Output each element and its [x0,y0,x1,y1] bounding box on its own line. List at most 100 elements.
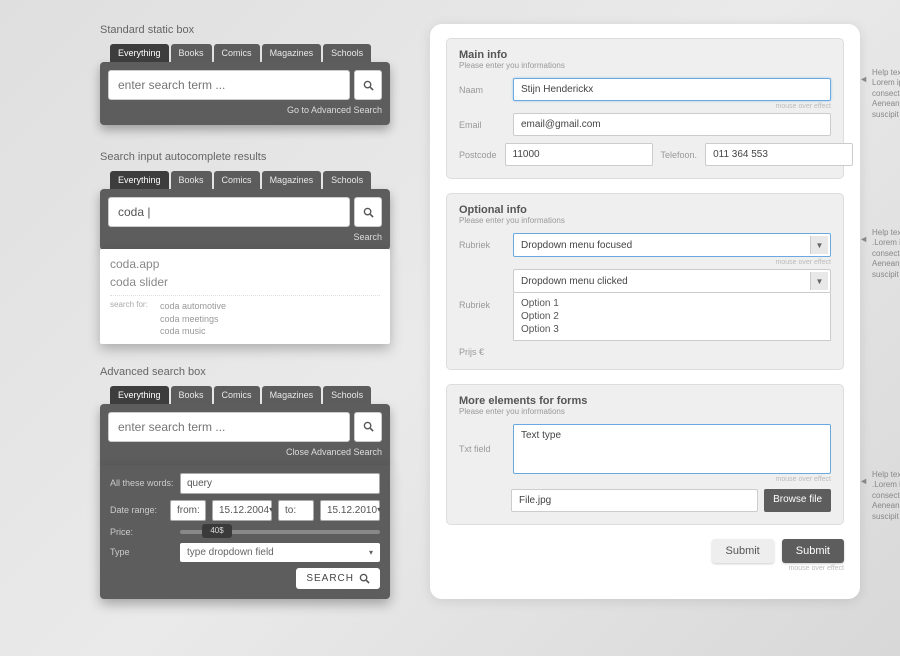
postcode-label: Postcode [459,150,497,160]
rubriek-label: Rubriek [459,240,505,250]
optional-info-card: Optional info Please enter you informati… [446,193,844,370]
mouse-effect-label: mouse over effect [459,103,831,110]
help-text: Help text. Display on hover .Lorem ipsum… [872,228,900,280]
from-label-input[interactable] [170,500,206,521]
search-icon [363,207,374,218]
tab-books[interactable]: Books [171,44,212,62]
forms-panel: Main info Please enter you informations … [430,24,860,599]
tele-input[interactable] [705,143,853,166]
text-area[interactable]: Text type [513,424,831,474]
slider-knob[interactable]: 40$ [202,524,232,538]
chevron-down-icon: ▾ [377,505,381,516]
ac-search-button[interactable] [354,197,382,227]
submit-button-dark[interactable]: Submit [782,539,844,563]
type-label: Type [110,547,174,557]
help-text: Help text. Display on hover . Lorem ipsu… [872,68,900,120]
tab-comics[interactable]: Comics [214,171,260,189]
tab-comics[interactable]: Comics [214,44,260,62]
ac-result[interactable]: coda slider [110,273,380,291]
standard-title: Standard static box [100,24,390,36]
dropdown-option[interactable]: Option 2 [521,310,823,323]
price-label: Price: [110,527,174,537]
file-input[interactable] [511,489,758,512]
mouse-effect-label: mouse over effect [459,259,831,266]
main-info-sub: Please enter you informations [459,61,831,70]
adv-title: Advanced search box [100,366,390,378]
dropdown-focused[interactable]: Dropdown menu focused ▼ [513,233,831,257]
close-adv-link[interactable]: Close Advanced Search [108,447,382,457]
search-box: Go to Advanced Search [100,62,390,125]
ac-search-input[interactable] [108,197,350,227]
ac-small-result[interactable]: coda music [160,325,226,338]
arrow-left-icon: ◄ [859,234,868,244]
ac-title: Search input autocomplete results [100,151,390,163]
date-to-input[interactable]: 15.12.2010▾ [320,500,380,521]
all-words-input[interactable] [180,473,380,494]
email-label: Email [459,120,505,130]
optional-title: Optional info [459,204,831,216]
arrow-left-icon: ◄ [859,74,868,84]
ac-search-label[interactable]: Search [108,232,382,242]
ac-small-label: search for: [110,300,152,338]
naam-label: Naam [459,85,505,95]
tab-magazines[interactable]: Magazines [262,171,322,189]
date-from-input[interactable]: 15.12.2004▾ [212,500,272,521]
dropdown-option[interactable]: Option 1 [521,297,823,310]
dropdown-clicked[interactable]: Dropdown menu clicked ▼ [513,269,831,293]
tab-books[interactable]: Books [171,386,212,404]
advanced-section: Advanced search box Everything Books Com… [100,366,390,599]
submit-button-light[interactable]: Submit [712,539,774,563]
all-words-label: All these words: [110,478,174,488]
tab-books[interactable]: Books [171,171,212,189]
chevron-down-icon: ▾ [369,548,373,557]
search-button[interactable] [354,70,382,100]
chevron-down-icon: ▼ [810,272,828,290]
help-text: Help text. Display on hover .Lorem ipsum… [872,470,900,522]
tab-everything[interactable]: Everything [110,386,169,404]
tab-magazines[interactable]: Magazines [262,44,322,62]
tab-schools[interactable]: Schools [323,171,371,189]
tab-schools[interactable]: Schools [323,386,371,404]
tab-magazines[interactable]: Magazines [262,386,322,404]
date-range-label: Date range: [110,505,164,515]
ac-small-result[interactable]: coda meetings [160,313,226,326]
search-input[interactable] [108,70,350,100]
dropdown-options: Option 1 Option 2 Option 3 [513,293,831,341]
autocomplete-section: Search input autocomplete results Everyt… [100,151,390,344]
ac-small-result[interactable]: coda automotive [160,300,226,313]
type-dropdown[interactable]: type dropdown field ▾ [180,543,380,562]
search-icon [363,421,374,432]
naam-input[interactable] [513,78,831,101]
main-info-title: Main info [459,49,831,61]
postcode-input[interactable] [505,143,653,166]
ac-result[interactable]: coda.app [110,255,380,273]
browse-file-button[interactable]: Browse file [764,489,831,512]
chevron-down-icon: ▾ [269,505,273,516]
tele-label: Telefoon. [661,150,698,160]
mouse-effect-label: mouse over effect [446,565,844,572]
chevron-down-icon: ▼ [810,236,828,254]
mouse-effect-label: mouse over effect [459,476,831,483]
tab-everything[interactable]: Everything [110,171,169,189]
tab-comics[interactable]: Comics [214,386,260,404]
rubriek-label: Rubriek [459,300,505,310]
txt-field-label: Txt field [459,444,505,454]
ac-results: coda.app coda slider search for: coda au… [100,249,390,344]
tab-schools[interactable]: Schools [323,44,371,62]
tabs-row: Everything Books Comics Magazines School… [110,44,390,62]
more-elements-card: More elements for forms Please enter you… [446,384,844,525]
price-slider[interactable]: 40$ [180,530,380,534]
adv-search-button[interactable]: SEARCH [296,568,380,589]
more-sub: Please enter you informations [459,407,831,416]
search-icon [363,80,374,91]
dropdown-option[interactable]: Option 3 [521,323,823,336]
advanced-search-link[interactable]: Go to Advanced Search [108,105,382,115]
tab-everything[interactable]: Everything [110,44,169,62]
optional-sub: Please enter you informations [459,216,831,225]
adv-search-icon-button[interactable] [354,412,382,442]
arrow-left-icon: ◄ [859,476,868,486]
adv-search-input[interactable] [108,412,350,442]
more-title: More elements for forms [459,395,831,407]
to-label-input[interactable] [278,500,314,521]
email-input[interactable] [513,113,831,136]
